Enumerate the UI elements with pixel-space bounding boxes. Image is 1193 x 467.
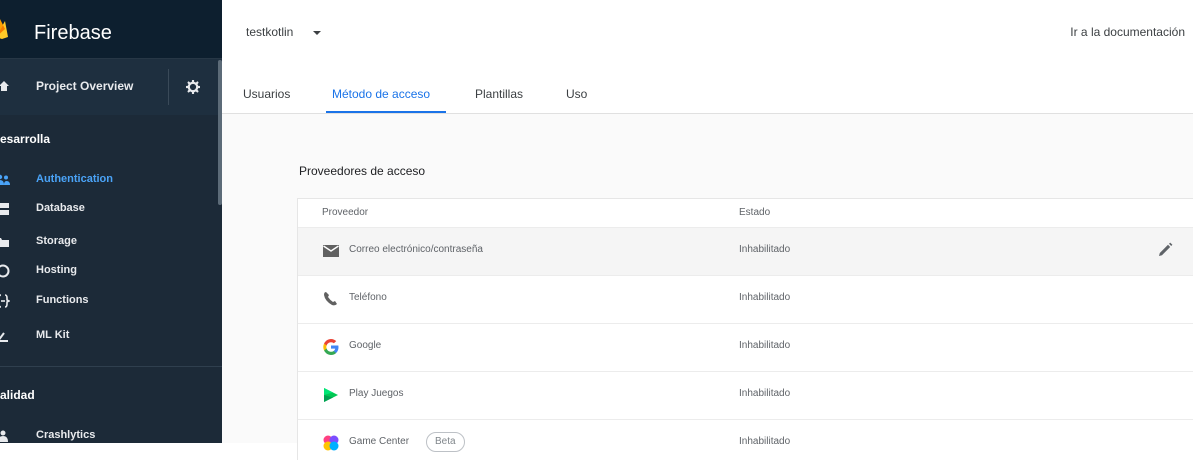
tab-uso[interactable]: Uso <box>566 87 587 101</box>
provider-state: Inhabilitado <box>739 388 791 399</box>
mail-icon <box>323 245 339 257</box>
overview-divider <box>168 69 169 105</box>
main-content: Proveedores de acceso Proveedor Estado C… <box>222 114 1193 467</box>
sidebar-item-label: Authentication <box>36 173 113 185</box>
active-tab-indicator <box>326 111 446 113</box>
top-bar: testkotlin Ir a la documentación <box>222 0 1193 58</box>
tab-usuarios[interactable]: Usuarios <box>243 87 290 101</box>
functions-icon <box>0 294 10 308</box>
table-row[interactable]: Teléfono Inhabilitado <box>298 275 1193 323</box>
sidebar-item-label: Storage <box>36 235 77 247</box>
provider-name: Game Center <box>349 436 410 447</box>
game-center-icon <box>323 435 339 451</box>
sidebar-divider <box>0 366 222 367</box>
chevron-down-icon[interactable] <box>313 31 321 35</box>
sidebar-item-database[interactable]: Database <box>0 196 218 222</box>
phone-icon <box>324 292 337 306</box>
tab-plantillas[interactable]: Plantillas <box>475 87 523 101</box>
providers-table: Proveedor Estado Correo electrónico/cont… <box>297 198 1193 467</box>
ml-kit-icon <box>0 332 8 342</box>
firebase-logo-icon <box>0 19 8 39</box>
sidebar-item-label: Functions <box>36 294 89 306</box>
provider-state: Inhabilitado <box>739 436 791 447</box>
sidebar-item-label: Hosting <box>36 264 77 276</box>
provider-name: Google <box>349 340 382 351</box>
play-games-icon <box>324 388 338 402</box>
section-title-quality: alidad <box>0 388 35 402</box>
provider-name: Teléfono <box>349 292 387 303</box>
gear-icon[interactable] <box>186 80 200 94</box>
sidebar-item-authentication[interactable]: Authentication <box>0 167 218 193</box>
tab-metodo-de-acceso[interactable]: Método de acceso <box>332 87 430 101</box>
project-overview[interactable]: Project Overview <box>0 59 222 115</box>
project-selector[interactable]: testkotlin <box>246 25 293 39</box>
sidebar-header: Firebase <box>0 0 222 59</box>
beta-badge: Beta <box>426 432 465 452</box>
column-header-provider: Proveedor <box>322 207 369 218</box>
sidebar: Firebase Project Overview esarrolla Auth… <box>0 0 222 443</box>
sidebar-item-ml-kit[interactable]: ML Kit <box>0 323 218 349</box>
sidebar-item-label: ML Kit <box>36 329 70 341</box>
edit-icon[interactable] <box>1156 241 1174 259</box>
section-title-develop: esarrolla <box>0 132 51 146</box>
table-row[interactable]: Game Center Beta Inhabilitado <box>298 419 1193 467</box>
sidebar-item-functions[interactable]: Functions <box>0 288 218 314</box>
provider-state: Inhabilitado <box>739 292 791 303</box>
google-icon <box>323 339 339 355</box>
home-icon <box>0 81 9 91</box>
documentation-link[interactable]: Ir a la documentación <box>1070 25 1185 39</box>
tab-bar: Usuarios Método de acceso Plantillas Uso <box>222 58 1193 114</box>
people-icon <box>0 174 10 185</box>
crashlytics-icon <box>0 430 8 442</box>
provider-name: Correo electrónico/contraseña <box>349 244 483 255</box>
provider-state: Inhabilitado <box>739 244 791 255</box>
database-icon <box>0 203 9 215</box>
column-header-state: Estado <box>739 207 771 218</box>
sidebar-item-storage[interactable]: Storage <box>0 229 218 255</box>
table-row[interactable]: Correo electrónico/contraseña Inhabilita… <box>298 227 1193 275</box>
provider-state: Inhabilitado <box>739 340 791 351</box>
storage-icon <box>0 238 9 247</box>
sidebar-item-hosting[interactable]: Hosting <box>0 258 218 284</box>
sidebar-item-label: Crashlytics <box>36 429 96 441</box>
hosting-icon <box>0 264 10 278</box>
provider-name: Play Juegos <box>349 388 404 399</box>
brand-title[interactable]: Firebase <box>34 22 112 45</box>
page-title: Proveedores de acceso <box>299 164 426 178</box>
table-row[interactable]: Google Inhabilitado <box>298 323 1193 371</box>
sidebar-item-crashlytics[interactable]: Crashlytics <box>0 423 218 443</box>
sidebar-item-label: Database <box>36 202 85 214</box>
project-overview-label: Project Overview <box>36 79 134 93</box>
table-row[interactable]: Play Juegos Inhabilitado <box>298 371 1193 419</box>
